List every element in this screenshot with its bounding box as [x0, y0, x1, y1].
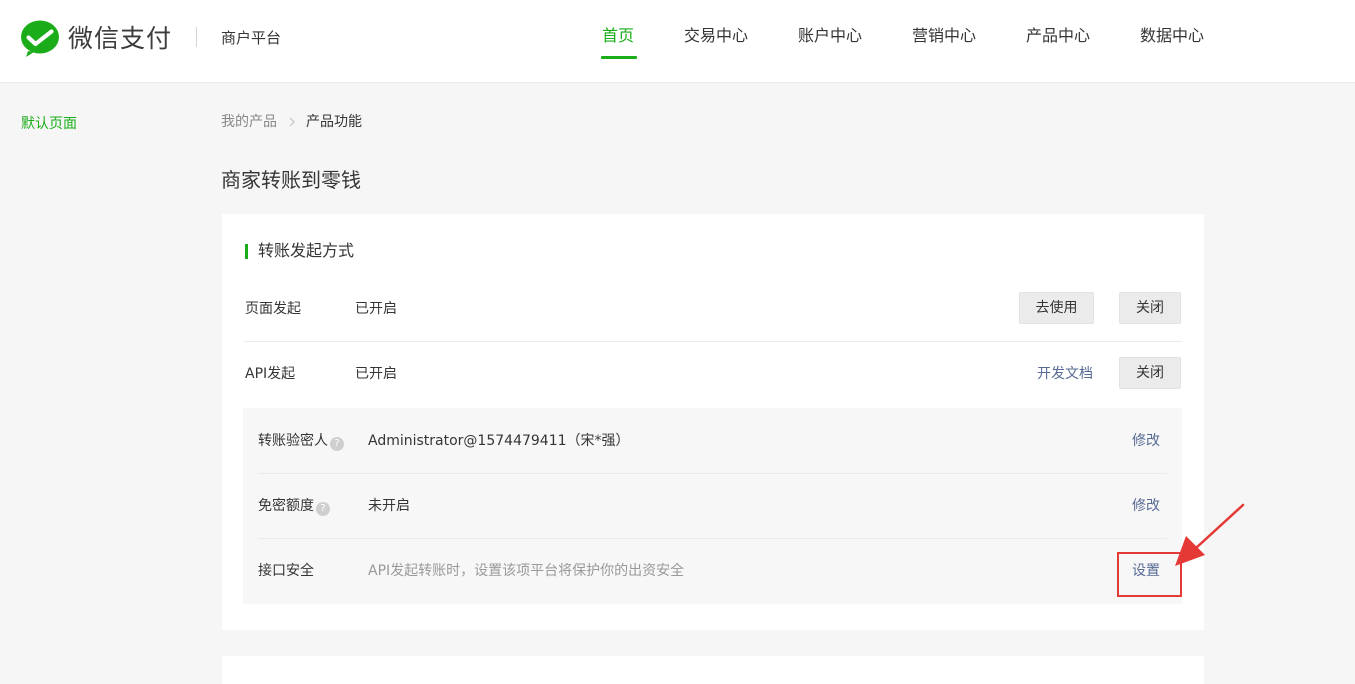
platform-name: 商户平台 — [221, 29, 282, 47]
row-status-page-initiate: 已开启 — [355, 301, 397, 317]
page-title: 商家转账到零钱 — [221, 168, 361, 192]
help-icon[interactable]: ? — [316, 502, 330, 516]
chevron-right-icon — [289, 117, 295, 127]
sub-row-free-limit: 免密额度? — [258, 497, 330, 516]
sub-row-verifier: 转账验密人? — [258, 432, 344, 451]
nav-item-data[interactable]: 数据中心 — [1140, 26, 1204, 46]
nav-item-transactions[interactable]: 交易中心 — [684, 26, 748, 46]
sub-row-verifier-label: 转账验密人 — [258, 433, 328, 449]
nav-item-products[interactable]: 产品中心 — [1026, 26, 1090, 46]
edit-free-limit-link[interactable]: 修改 — [1132, 497, 1160, 515]
sub-row-free-limit-label: 免密额度 — [258, 498, 314, 514]
top-header: 微信支付 商户平台 首页 交易中心 账户中心 营销中心 产品中心 数据中心 — [0, 0, 1355, 83]
breadcrumb-product-features: 产品功能 — [306, 114, 362, 130]
section-title: 转账发起方式 — [258, 241, 355, 260]
secondary-card — [222, 656, 1204, 684]
section-accent-bar — [245, 244, 248, 259]
help-icon[interactable]: ? — [330, 437, 344, 451]
header-divider — [196, 27, 197, 47]
nav-item-account[interactable]: 账户中心 — [798, 26, 862, 46]
dev-docs-link[interactable]: 开发文档 — [1037, 365, 1093, 383]
sub-row-divider — [258, 473, 1167, 474]
nav-active-indicator — [601, 56, 637, 59]
sub-row-verifier-value: Administrator@1574479411（宋*强） — [368, 433, 630, 449]
row-label-api-initiate: API发起 — [245, 366, 296, 382]
nav-item-home[interactable]: 首页 — [602, 26, 634, 46]
sidebar-item-default-page[interactable]: 默认页面 — [21, 115, 77, 133]
breadcrumb-my-products[interactable]: 我的产品 — [221, 113, 277, 131]
nav-item-marketing[interactable]: 营销中心 — [912, 26, 976, 46]
close-api-initiate-button[interactable]: 关闭 — [1119, 357, 1181, 389]
sub-row-divider — [258, 538, 1167, 539]
edit-verifier-link[interactable]: 修改 — [1132, 432, 1160, 450]
wechat-pay-logo[interactable]: 微信支付 — [20, 19, 172, 59]
go-use-button[interactable]: 去使用 — [1019, 292, 1094, 324]
row-label-page-initiate: 页面发起 — [245, 301, 301, 317]
close-page-initiate-button[interactable]: 关闭 — [1119, 292, 1181, 324]
annotation-highlight-box — [1117, 552, 1182, 597]
row-status-api-initiate: 已开启 — [355, 366, 397, 382]
logo-text: 微信支付 — [68, 24, 173, 53]
row-divider — [244, 341, 1182, 342]
wechat-pay-logo-icon — [21, 20, 59, 57]
sub-row-api-security-label: 接口安全 — [258, 563, 314, 579]
sub-row-api-security-desc: API发起转账时，设置该项平台将保护你的出资安全 — [368, 563, 685, 579]
sub-row-free-limit-value: 未开启 — [368, 498, 410, 514]
